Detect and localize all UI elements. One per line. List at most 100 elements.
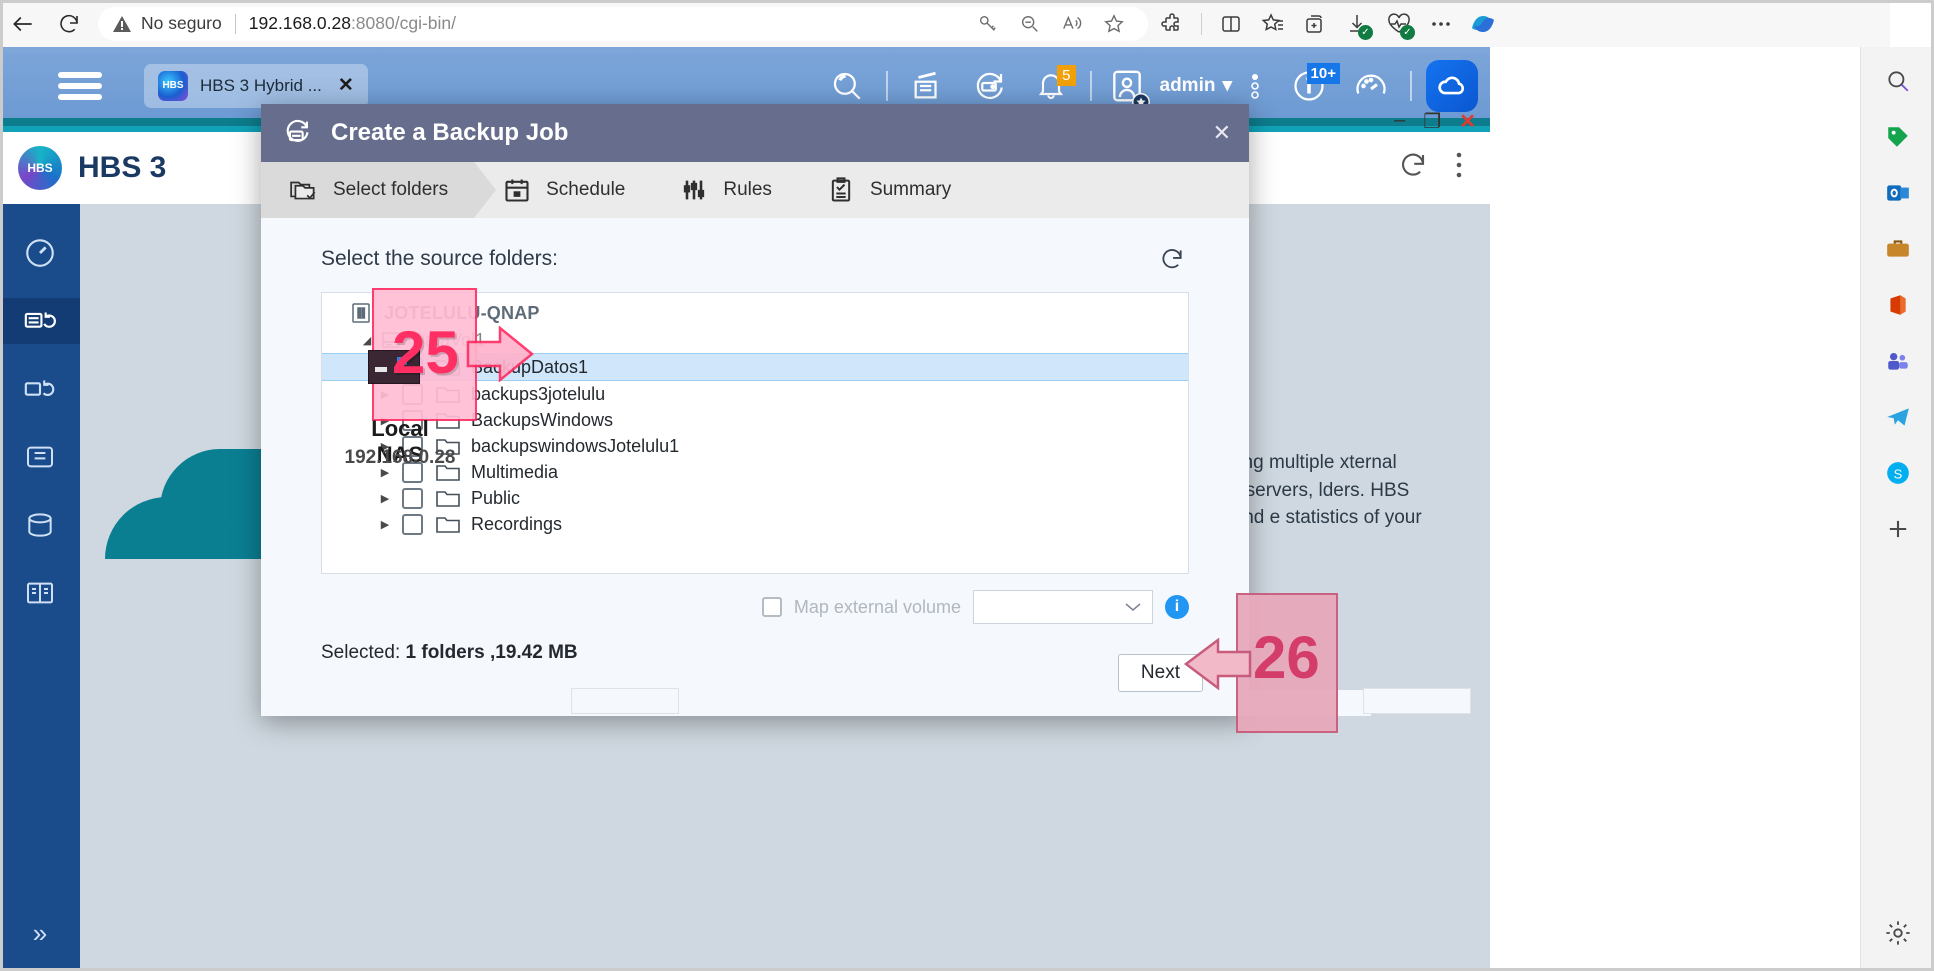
more-vertical-icon[interactable] [1454, 150, 1464, 187]
user-name-label[interactable]: admin [1160, 75, 1216, 97]
folder-name-label: Public [471, 487, 521, 508]
download-complete-badge: ✓ [1358, 24, 1373, 40]
sidebar-item-services[interactable] [13, 502, 67, 548]
map-external-volume-row: Map external volume i [321, 590, 1189, 624]
annotation-25-arrow [466, 326, 534, 382]
annotation-26-number: 26 [1253, 624, 1320, 691]
chevron-down-icon[interactable]: ▾ [1222, 74, 1232, 97]
toolbar-divider [1201, 12, 1202, 35]
folder-checkbox[interactable] [402, 487, 423, 509]
refresh-icon[interactable] [1155, 242, 1189, 276]
collections-icon[interactable] [1253, 4, 1293, 44]
local-nas-ip: 192.168.0.28 [344, 447, 456, 468]
close-icon[interactable]: ✕ [1213, 104, 1231, 162]
zoom-out-icon[interactable] [1010, 4, 1050, 44]
folder-icon [435, 487, 461, 509]
minimize-button[interactable]: – [1394, 109, 1405, 134]
url-host: 192.168.0.28 [248, 13, 351, 33]
sidebar-item-sync[interactable] [13, 366, 67, 412]
extensions-icon[interactable] [1152, 4, 1192, 44]
chevron-down-icon [1125, 603, 1141, 612]
tab-label: Summary [869, 179, 952, 200]
qnap-app-tab[interactable]: HBS HBS 3 Hybrid ... ✕ [144, 63, 368, 108]
favorite-star-icon[interactable] [1094, 4, 1134, 44]
close-button[interactable]: ✕ [1459, 109, 1476, 134]
info-icon[interactable]: 10+ [1278, 55, 1340, 117]
sidebar-item-storage-space[interactable] [13, 434, 67, 480]
folder-name-label: Recordings [471, 513, 563, 534]
reload-icon[interactable] [46, 1, 92, 47]
calendar-icon [502, 175, 532, 205]
folder-checkbox[interactable] [402, 513, 423, 535]
dialog-step-tabs: Select folders Schedule Rules Summary [261, 162, 1249, 218]
clipboard-check-icon [826, 175, 856, 205]
chevron-right-icon[interactable]: ▶ [374, 492, 396, 505]
qnap-cloud-icon[interactable] [1420, 55, 1484, 117]
address-bar[interactable]: No seguro 192.168.0.28:8080/cgi-bin/ [98, 4, 1148, 44]
url-text: 192.168.0.28:8080/cgi-bin/ [249, 13, 456, 34]
read-aloud-icon[interactable] [1052, 4, 1092, 44]
nas-device-icon [348, 300, 374, 326]
tab-summary[interactable]: Summary [798, 162, 977, 218]
search-icon[interactable] [1872, 55, 1924, 107]
chevron-right-icon[interactable]: ▶ [374, 518, 396, 531]
map-external-volume-select[interactable] [973, 590, 1153, 624]
split-screen-icon[interactable] [1211, 4, 1251, 44]
table-row[interactable]: ▶ Recordings [322, 511, 1188, 537]
svg-text:S: S [1893, 466, 1902, 481]
office-icon[interactable] [1872, 279, 1924, 331]
tab-rules[interactable]: Rules [651, 162, 798, 218]
skype-icon[interactable]: S [1872, 447, 1924, 499]
tab-select-folders[interactable]: Select folders [261, 162, 497, 218]
folder-name-label: backupswindowsJotelulu1 [471, 435, 680, 456]
info-icon[interactable]: i [1165, 595, 1189, 619]
browser-toolbar: No seguro 192.168.0.28:8080/cgi-bin/ ✓ ✓ [0, 0, 1890, 47]
folder-icon [435, 513, 461, 535]
briefcase-icon[interactable] [1872, 223, 1924, 275]
backup-job-icon [277, 113, 317, 153]
table-row[interactable]: ▶ Public [322, 485, 1188, 511]
os-sidebar: S [1860, 47, 1934, 971]
add-icon[interactable] [1872, 503, 1924, 555]
sliders-icon [679, 175, 709, 205]
outlook-icon[interactable] [1872, 167, 1924, 219]
green-tag-icon[interactable] [1872, 111, 1924, 163]
folder-name-label: BackupsWindows [471, 409, 614, 430]
notification-count-badge: 5 [1057, 64, 1076, 86]
warning-triangle-icon [112, 15, 132, 33]
dashboard-gauge-icon[interactable] [1340, 55, 1402, 117]
tab-label: Select folders [333, 179, 449, 200]
maximize-button[interactable]: ❐ [1423, 109, 1441, 134]
window-controls: – ❐ ✕ [1394, 109, 1476, 134]
menu-hamburger-icon[interactable] [58, 71, 102, 100]
browser-essentials-icon[interactable]: ✓ [1379, 4, 1419, 44]
refresh-icon[interactable] [1398, 150, 1428, 187]
header-divider-3 [1410, 70, 1412, 101]
more-options-icon[interactable] [1421, 4, 1461, 44]
essentials-ok-badge: ✓ [1400, 24, 1415, 40]
screen-root: No seguro 192.168.0.28:8080/cgi-bin/ ✓ ✓… [0, 0, 1934, 971]
info-count-badge: 10+ [1306, 62, 1340, 84]
key-icon[interactable] [968, 4, 1008, 44]
annotation-25-number: 25 [392, 319, 459, 386]
downloads-icon[interactable]: ✓ [1337, 4, 1377, 44]
telegram-icon[interactable] [1872, 391, 1924, 443]
sidebar-item-backup-restore[interactable] [0, 298, 80, 344]
ghost-button-right [1363, 688, 1471, 714]
settings-gear-icon[interactable] [1872, 907, 1924, 959]
teams-icon[interactable] [1872, 335, 1924, 387]
hbs-tab-logo-icon: HBS [158, 70, 188, 101]
close-icon[interactable]: ✕ [338, 74, 354, 97]
back-arrow-icon[interactable] [0, 1, 46, 47]
sidebar-expand-icon[interactable]: » [33, 918, 47, 949]
url-divider [234, 13, 236, 34]
add-tab-icon[interactable] [1295, 4, 1335, 44]
copilot-icon[interactable] [1463, 4, 1503, 44]
map-external-volume-checkbox[interactable] [761, 597, 782, 617]
hbs-left-nav: » [0, 204, 80, 971]
sidebar-item-logs[interactable] [13, 570, 67, 616]
tab-schedule[interactable]: Schedule [474, 162, 651, 218]
url-path: /cgi-bin/ [394, 13, 457, 33]
sidebar-item-overview[interactable] [13, 230, 67, 276]
hbs-app-actions [1398, 150, 1490, 187]
